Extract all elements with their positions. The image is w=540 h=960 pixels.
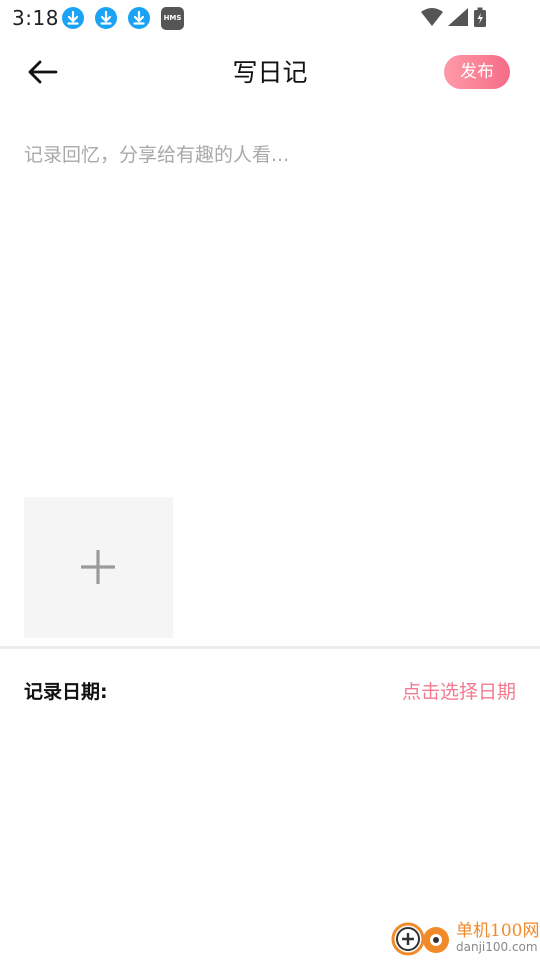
plus-icon	[81, 550, 115, 584]
download-icon	[62, 7, 84, 29]
watermark-name: 单机100网	[456, 921, 540, 941]
status-time: 3:18	[12, 6, 59, 30]
status-bar: 3:18 HMS	[0, 0, 540, 36]
signal-icon	[448, 8, 468, 26]
site-watermark: 单机100网 danji100.com	[390, 914, 540, 960]
watermark-domain: danji100.com	[456, 940, 538, 954]
battery-charging-icon	[474, 7, 486, 27]
diary-content-input[interactable]	[24, 140, 516, 480]
date-picker-button[interactable]: 点击选择日期	[402, 677, 516, 704]
download-icon	[128, 7, 150, 29]
add-image-button[interactable]	[24, 497, 173, 638]
wifi-icon	[421, 8, 443, 26]
top-app-bar: 写日记 发布	[0, 36, 540, 108]
system-icons	[420, 6, 504, 34]
download-icon	[95, 7, 117, 29]
publish-button[interactable]: 发布	[444, 55, 510, 89]
watermark-logo-icon	[391, 922, 449, 956]
record-date-label: 记录日期:	[24, 681, 108, 703]
hms-icon: HMS	[161, 7, 184, 30]
section-divider	[0, 646, 540, 649]
